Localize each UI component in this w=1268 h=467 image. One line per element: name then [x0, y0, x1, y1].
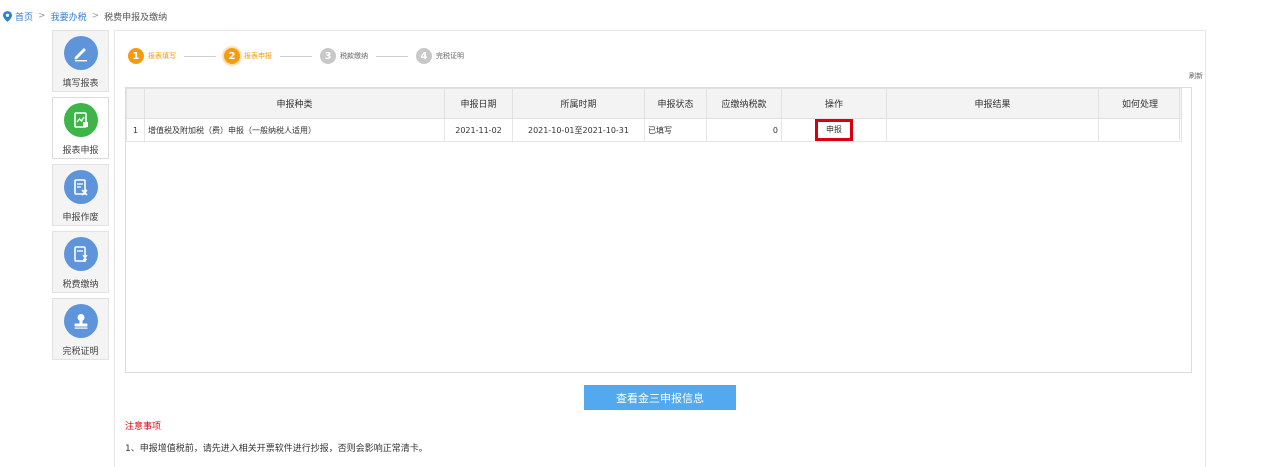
column-header-type: 申报种类: [144, 88, 445, 119]
step-fill-report: 1 报表填写: [128, 48, 176, 64]
declaration-table: 申报种类 申报日期 所属时期 申报状态 应缴纳税款 操作 申报结果 如何处理 1…: [126, 88, 1182, 142]
breadcrumb-section-link[interactable]: 我要办税: [51, 10, 87, 23]
column-header-handle: 如何处理: [1098, 88, 1182, 119]
step-tax-certificate: 4 完税证明: [416, 48, 464, 64]
column-header-action: 操作: [781, 88, 887, 119]
step-number: 1: [128, 48, 144, 64]
progress-steps: 1 报表填写 2 报表申报 3 税款缴纳 4 完税证明: [128, 48, 464, 64]
step-label: 报表填写: [148, 52, 176, 60]
step-tax-payment: 3 税款缴纳: [320, 48, 368, 64]
breadcrumb-separator: >: [91, 11, 100, 21]
step-connector: [184, 55, 216, 57]
notes-item: 1、申报增值税前，请先进入相关开票软件进行抄报，否则会影响正常清卡。: [125, 444, 428, 454]
step-label: 完税证明: [436, 52, 464, 60]
sidebar-item-label: 税费缴纳: [62, 280, 99, 290]
cell-action: 申报: [781, 118, 887, 142]
column-header-status: 申报状态: [644, 88, 707, 119]
table-scrollbar[interactable]: [1179, 88, 1191, 140]
sidebar-item-tax-certificate[interactable]: 完税证明: [52, 298, 109, 360]
sidebar-item-tax-payment[interactable]: 税费缴纳: [52, 231, 109, 293]
cell-result: [886, 118, 1099, 142]
notes-title: 注意事项: [125, 422, 162, 432]
step-label: 税款缴纳: [340, 52, 368, 60]
location-pin-icon: [3, 10, 12, 22]
declare-button[interactable]: 申报: [815, 119, 853, 141]
cell-amount: 0: [706, 118, 782, 142]
payment-document-icon: [63, 237, 98, 271]
column-header-date: 申报日期: [444, 88, 513, 119]
stamp-icon: [63, 304, 98, 338]
column-header-period: 所属时期: [512, 88, 645, 119]
step-connector: [280, 55, 312, 57]
sidebar-item-label: 完税证明: [62, 347, 99, 357]
step-report-declare: 2 报表申报: [224, 48, 272, 64]
sidebar-item-report-declare[interactable]: 报表申报: [52, 97, 109, 159]
step-label: 报表申报: [244, 52, 272, 60]
step-connector: [376, 55, 408, 57]
view-jinsan-declaration-button[interactable]: 查看金三申报信息: [584, 385, 736, 410]
report-chart-icon: [63, 103, 98, 137]
column-header-result: 申报结果: [886, 88, 1099, 119]
pencil-icon: [63, 36, 98, 70]
step-number: 4: [416, 48, 432, 64]
cell-status: 已填写: [644, 118, 707, 142]
sidebar: 填写报表 报表申报 申报作废 税费缴纳 完税证明: [52, 30, 109, 365]
cell-period: 2021-10-01至2021-10-31: [512, 118, 645, 142]
cell-type: 增值税及附加税（费）申报（一般纳税人适用）: [144, 118, 445, 142]
column-header-index: [126, 88, 145, 119]
breadcrumb: 首页 > 我要办税 > 税费申报及缴纳: [3, 9, 167, 23]
breadcrumb-separator: >: [38, 11, 46, 21]
refresh-link[interactable]: 刷新: [1189, 71, 1203, 81]
sidebar-item-label: 填写报表: [62, 79, 99, 89]
table-header-row: 申报种类 申报日期 所属时期 申报状态 应缴纳税款 操作 申报结果 如何处理: [126, 88, 1182, 119]
declaration-table-container: 申报种类 申报日期 所属时期 申报状态 应缴纳税款 操作 申报结果 如何处理 1…: [125, 87, 1192, 373]
step-number: 2: [224, 48, 240, 64]
step-number: 3: [320, 48, 336, 64]
main-panel: 1 报表填写 2 报表申报 3 税款缴纳 4 完税证明 刷新 申报种类 申报日期…: [114, 30, 1206, 467]
table-row: 1 增值税及附加税（费）申报（一般纳税人适用） 2021-11-02 2021-…: [126, 118, 1182, 142]
sidebar-item-void-declare[interactable]: 申报作废: [52, 164, 109, 226]
row-index: 1: [126, 118, 145, 142]
column-header-amount: 应缴纳税款: [706, 88, 782, 119]
breadcrumb-home-link[interactable]: 首页: [15, 10, 33, 23]
sidebar-item-label: 报表申报: [62, 146, 99, 156]
sidebar-item-label: 申报作废: [62, 213, 99, 223]
cell-handle: [1098, 118, 1182, 142]
sidebar-item-fill-report[interactable]: 填写报表: [52, 30, 109, 92]
cell-date: 2021-11-02: [444, 118, 513, 142]
breadcrumb-current: 税费申报及缴纳: [104, 12, 168, 23]
void-document-icon: [63, 170, 98, 204]
